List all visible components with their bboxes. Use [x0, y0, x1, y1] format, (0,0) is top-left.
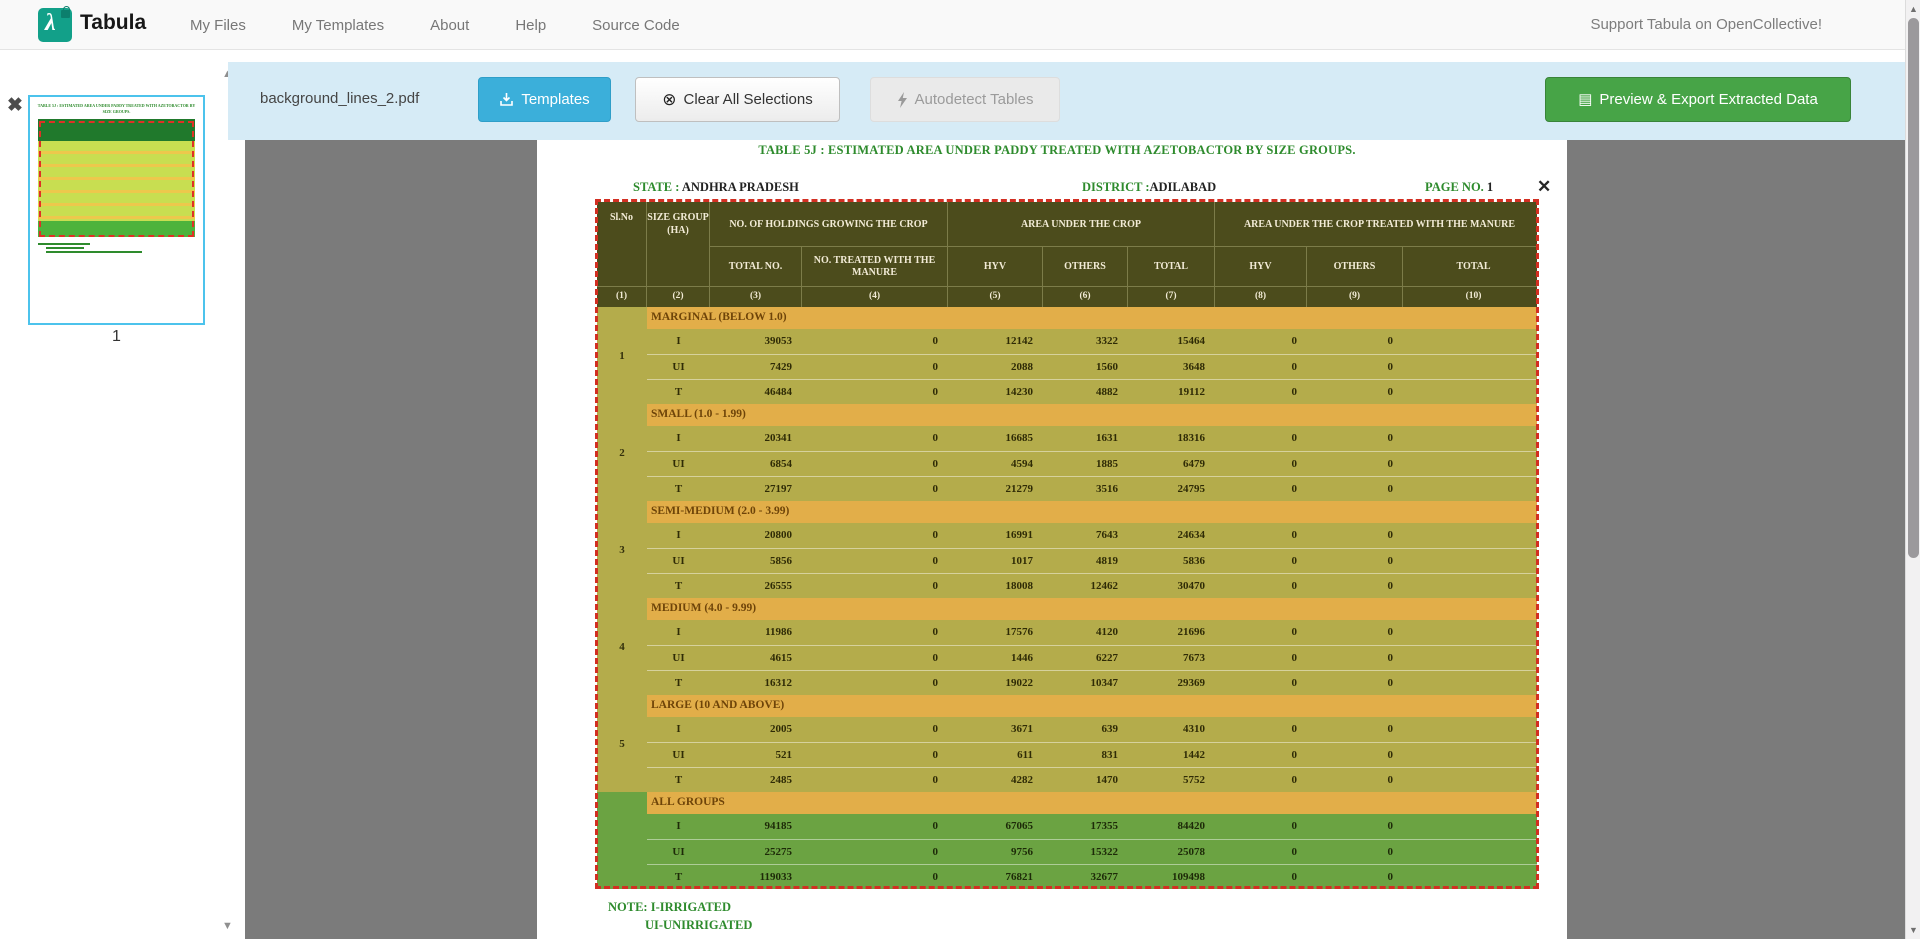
nav-item-my-templates[interactable]: My Templates: [292, 17, 384, 34]
selection-box[interactable]: [595, 199, 1539, 889]
pdf-notes: NOTE: I-IRRIGATED UI-UNIRRIGATED: [608, 900, 752, 933]
autodetect-tables-button[interactable]: Autodetect Tables: [870, 77, 1060, 122]
current-filename: background_lines_2.pdf: [260, 90, 419, 107]
templates-icon: [499, 92, 514, 107]
export-table-icon: ▤: [1578, 92, 1592, 107]
support-link[interactable]: Support Tabula on OpenCollective!: [1590, 16, 1822, 33]
preview-export-button[interactable]: ▤ Preview & Export Extracted Data: [1545, 77, 1851, 122]
nav-item-about[interactable]: About: [430, 17, 469, 34]
export-label: Preview & Export Extracted Data: [1599, 91, 1817, 108]
lock-icon: [61, 10, 70, 18]
toolbar: background_lines_2.pdf Templates ⊗ Clear…: [228, 62, 1905, 140]
thumbnail-selection-box: [39, 121, 194, 237]
brand-title: Tabula: [80, 11, 146, 35]
district-field: DISTRICT :ADILABAD: [1082, 180, 1216, 195]
pdf-table-title: TABLE 5J : ESTIMATED AREA UNDER PADDY TR…: [577, 143, 1537, 158]
page-thumbnail-sidebar: ✖ TABLE 5J : ESTIMATED AREA UNDER PADDY …: [0, 50, 245, 939]
scrollbar-thumb[interactable]: [1908, 18, 1919, 558]
note-line-2: UI-UNIRRIGATED: [645, 918, 752, 933]
thumbnail-title-text: TABLE 5J : ESTIMATED AREA UNDER PADDY TR…: [34, 103, 199, 115]
thumbnail-notes: [38, 243, 142, 255]
state-field: STATE : ANDHRA PRADESH: [633, 180, 799, 195]
templates-label: Templates: [521, 91, 589, 108]
page-thumbnail[interactable]: TABLE 5J : ESTIMATED AREA UNDER PADDY TR…: [28, 95, 205, 325]
thumbnail-table: [38, 119, 195, 237]
sidebar-scroll-down-icon[interactable]: ▼: [222, 920, 233, 932]
autodetect-label: Autodetect Tables: [915, 91, 1034, 108]
pdf-viewer-area: TABLE 5J : ESTIMATED AREA UNDER PADDY TR…: [245, 140, 1905, 939]
nav-menu: My Files My Templates About Help Source Code: [190, 0, 680, 50]
top-navbar: λ Tabula My Files My Templates About Help So…: [0, 0, 1920, 50]
clear-all-selections-button[interactable]: ⊗ Clear All Selections: [635, 77, 840, 122]
scroll-down-icon[interactable]: ▼: [1906, 925, 1920, 935]
main-scrollbar[interactable]: ▲ ▼: [1905, 0, 1920, 939]
remove-page-icon[interactable]: ✖: [7, 96, 23, 115]
page-no-field: PAGE NO. 1: [1425, 180, 1493, 195]
pdf-page-canvas[interactable]: TABLE 5J : ESTIMATED AREA UNDER PADDY TR…: [537, 140, 1567, 939]
logo-swirl: λ: [45, 10, 56, 37]
lightning-icon: [897, 92, 908, 108]
remove-selection-button[interactable]: ✕: [1537, 178, 1551, 195]
clear-label: Clear All Selections: [684, 91, 813, 108]
nav-item-help[interactable]: Help: [515, 17, 546, 34]
nav-item-source-code[interactable]: Source Code: [592, 17, 680, 34]
tabula-logo-icon: λ: [38, 8, 72, 42]
note-line-1: NOTE: I-IRRIGATED: [608, 900, 752, 915]
clear-circle-icon: ⊗: [662, 91, 676, 108]
nav-item-my-files[interactable]: My Files: [190, 17, 246, 34]
scroll-up-icon[interactable]: ▲: [1906, 4, 1920, 14]
templates-button[interactable]: Templates: [478, 77, 611, 122]
thumbnail-page-number: 1: [28, 328, 205, 346]
